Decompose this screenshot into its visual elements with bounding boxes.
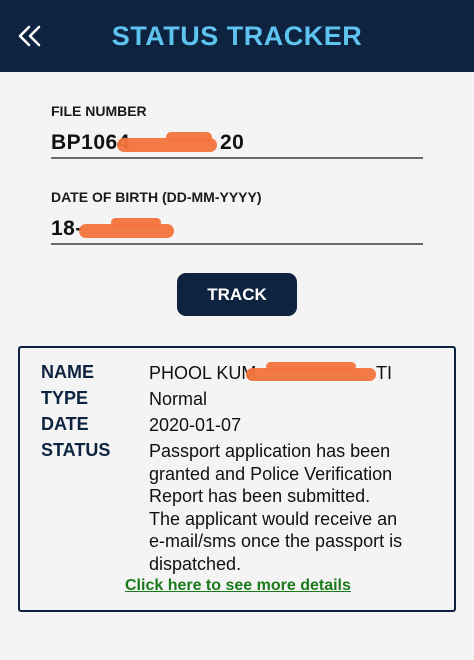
name-value-end: TI [376, 363, 392, 383]
date-value: 2020-01-07 [149, 415, 242, 435]
status-text: Passport application has been granted an… [149, 440, 402, 575]
app-header: STATUS TRACKER [0, 0, 474, 72]
status-line: granted and Police Verification [149, 463, 393, 484]
status-result-card: NAME PHOOL KUM TI TYPE Normal DATE 2020-… [18, 346, 456, 612]
name-label: NAME [41, 362, 94, 382]
name-value-start: PHOOL KUM [149, 363, 257, 383]
more-details-link[interactable]: Click here to see more details [125, 577, 351, 595]
status-line: e-mail/sms once the passport is [149, 531, 403, 551]
redaction-mark [166, 132, 212, 142]
type-label: TYPE [41, 388, 89, 408]
dob-underline [51, 243, 423, 245]
status-line: dispatched. [149, 553, 242, 574]
redaction-mark [111, 218, 161, 227]
dob-field[interactable]: 18- [51, 214, 423, 246]
status-line: The applicant would receive an [149, 508, 398, 529]
file-number-underline [51, 157, 423, 159]
redaction-mark [266, 362, 356, 371]
file-number-field[interactable]: BP1064 20 [51, 128, 423, 160]
status-label: STATUS [41, 440, 111, 460]
status-line: Passport application has been [149, 441, 391, 461]
track-button[interactable]: TRACK [177, 273, 297, 316]
file-number-label: FILE NUMBER [51, 103, 147, 119]
back-button[interactable] [10, 16, 50, 56]
status-line: Report has been submitted. [149, 486, 371, 506]
date-label: DATE [41, 414, 89, 434]
file-number-value-end: 20 [220, 131, 245, 154]
page-title: STATUS TRACKER [111, 20, 363, 51]
dob-label: DATE OF BIRTH (DD-MM-YYYY) [51, 189, 262, 205]
double-chevron-left-icon [18, 25, 41, 47]
type-value: Normal [149, 389, 208, 409]
